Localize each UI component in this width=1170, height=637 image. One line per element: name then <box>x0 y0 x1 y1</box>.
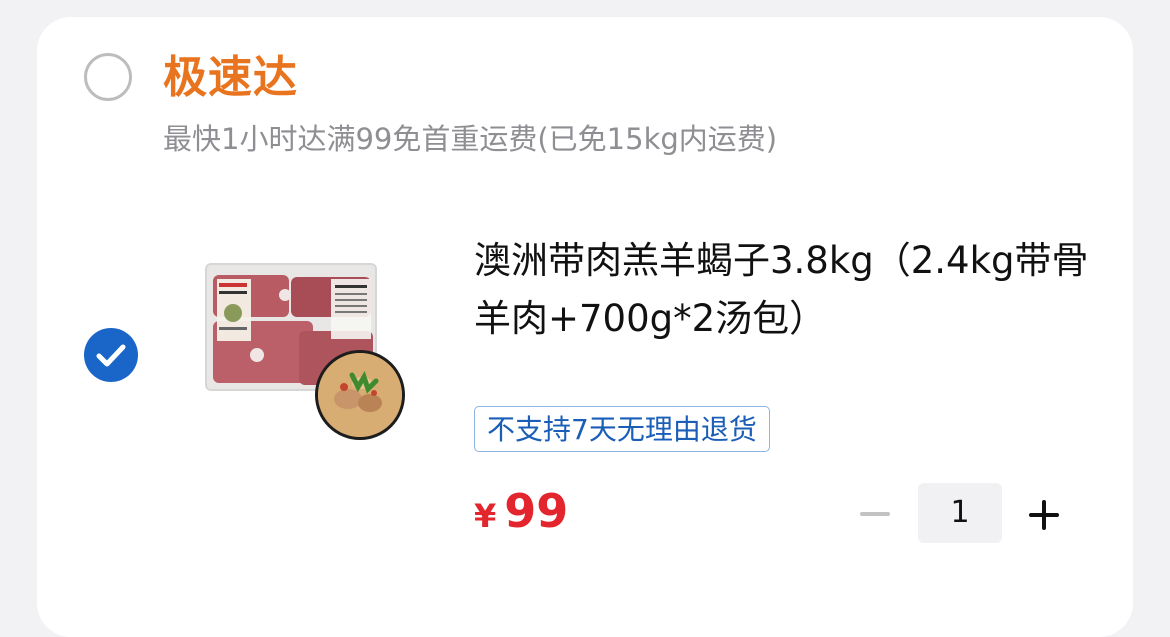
item-select-checkbox[interactable] <box>84 328 138 382</box>
decrease-quantity-button[interactable] <box>856 498 896 532</box>
currency-symbol: ¥ <box>474 497 497 535</box>
soup-image <box>318 353 402 437</box>
plus-icon-vertical <box>1042 500 1046 530</box>
price-value: 99 <box>504 484 569 538</box>
quantity-input[interactable]: 1 <box>918 483 1002 543</box>
increase-quantity-button[interactable] <box>1023 495 1065 537</box>
product-price: ¥99 <box>474 484 568 538</box>
store-shipping-info: 最快1小时达满99免首重运费(已免15kg内运费) <box>163 122 778 156</box>
no-return-badge: 不支持7天无理由退货 <box>474 406 770 452</box>
checkmark-icon <box>96 344 126 367</box>
store-name: 极速达 <box>163 52 298 103</box>
store-select-radio-icon[interactable] <box>84 53 132 101</box>
minus-icon <box>860 512 890 516</box>
product-title[interactable]: 澳洲带肉羔羊蝎子3.8kg（2.4kg带骨羊肉+700g*2汤包） <box>474 232 1094 348</box>
soup-pack-thumbnail <box>315 350 405 440</box>
